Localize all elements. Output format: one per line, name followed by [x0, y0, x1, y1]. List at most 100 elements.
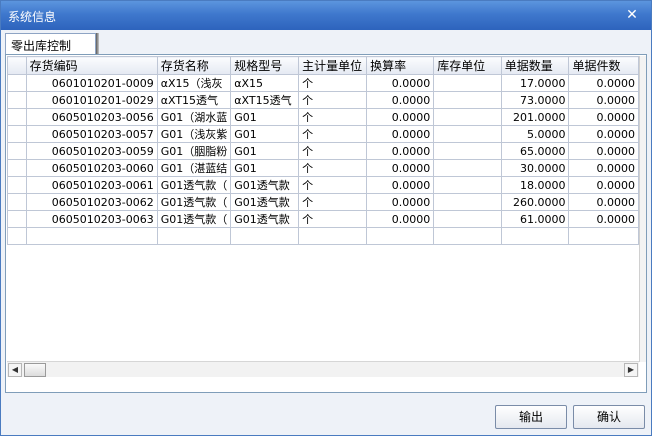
- table-cell: 30.0000: [500, 159, 570, 177]
- table-row[interactable]: 0601010201-0029 αXT15透气 αXT15透气个 0.0000 73.0…: [7, 91, 639, 109]
- table-cell: 0.0000: [568, 176, 639, 194]
- table-cell: 18.0000: [500, 176, 570, 194]
- tab-strip: 零出库控制: [5, 33, 649, 55]
- table-cell: [433, 108, 502, 126]
- table-cell: [433, 227, 502, 245]
- table-cell: [7, 176, 27, 194]
- table-cell: [7, 108, 27, 126]
- table-cell: [433, 74, 502, 92]
- scroll-right-icon[interactable]: ▶: [624, 363, 638, 377]
- table-cell: 0605010203-0062: [25, 193, 158, 211]
- table-cell: [25, 227, 158, 245]
- table-cell: 5.0000: [500, 125, 570, 143]
- scroll-left-icon[interactable]: ◀: [8, 363, 22, 377]
- table-cell: G01透气款（: [156, 193, 232, 211]
- table-cell: αXT15透气: [156, 91, 232, 109]
- table-row[interactable]: 0605010203-0062 G01透气款（ G01透气款个 0.0000 260.0…: [7, 193, 639, 211]
- table-cell: G01（湖水蓝: [156, 108, 232, 126]
- table-cell: [7, 125, 27, 143]
- table-cell: αX15（浅灰: [156, 74, 232, 92]
- title-bar[interactable]: 系统信息 ✕: [1, 1, 651, 30]
- table-row[interactable]: 0605010203-0056 G01（湖水蓝 G01 个 0.0000 201.0000…: [7, 108, 639, 126]
- scroll-thumb[interactable]: [24, 363, 46, 377]
- tab-divider: [96, 33, 99, 55]
- column-header[interactable]: 规格型号: [230, 56, 300, 75]
- column-header[interactable]: 存货名称: [156, 56, 232, 75]
- table-cell: 0.0000: [366, 74, 435, 92]
- table-cell: 0601010201-0009: [25, 74, 158, 92]
- column-header[interactable]: 主计量单位: [298, 56, 368, 75]
- table-row[interactable]: 0605010203-0057 G01（浅灰紫 G01 个 0.0000 5.0000 0.…: [7, 125, 639, 143]
- table-cell: [7, 210, 27, 228]
- horizontal-scrollbar[interactable]: ◀ ▶: [7, 361, 639, 377]
- table-cell: 0601010201-0029: [25, 91, 158, 109]
- table-cell: [433, 193, 502, 211]
- table-cell: 0.0000: [366, 159, 435, 177]
- table-cell: [433, 210, 502, 228]
- table-cell: 0.0000: [568, 210, 639, 228]
- table-row[interactable]: 0601010201-0009 αX15（浅灰 αX15 个 0.0000 17.0000…: [7, 74, 639, 92]
- table-cell: 个: [298, 176, 368, 194]
- table-cell: 0605010203-0057: [25, 125, 158, 143]
- table-cell: 个: [298, 91, 368, 109]
- column-header[interactable]: 换算率: [366, 56, 435, 75]
- table-row[interactable]: 0605010203-0060 G01（湛蓝结 G01 个 0.0000 30.0000 0…: [7, 159, 639, 177]
- tab-label: 零出库控制: [11, 39, 72, 53]
- column-header[interactable]: [7, 56, 27, 75]
- export-button[interactable]: 输出: [495, 405, 567, 429]
- table-cell: [7, 159, 27, 177]
- table-cell: 0605010203-0056: [25, 108, 158, 126]
- table-cell: [7, 142, 27, 160]
- table-cell: [433, 91, 502, 109]
- table-cell: 个: [298, 125, 368, 143]
- table-cell: 0.0000: [568, 193, 639, 211]
- table-cell: [433, 125, 502, 143]
- table-row[interactable]: 0605010203-0061 G01透气款（ G01透气款个 0.0000 18.00…: [7, 176, 639, 194]
- table-cell: G01（浅灰紫: [156, 125, 232, 143]
- table-cell: 个: [298, 193, 368, 211]
- table-cell: 0.0000: [568, 142, 639, 160]
- data-grid: 存货编码 存货名称 规格型号 主计量单位 换算率 库存单位 单据数量 单据件数 0601010…: [7, 56, 639, 362]
- close-icon[interactable]: ✕: [625, 8, 639, 22]
- table-cell: 0.0000: [366, 210, 435, 228]
- table-cell: 0.0000: [568, 108, 639, 126]
- table-cell: 个: [298, 74, 368, 92]
- table-cell: [156, 227, 232, 245]
- table-cell: 个: [298, 108, 368, 126]
- table-cell: 0.0000: [366, 176, 435, 194]
- table-row[interactable]: [7, 227, 639, 245]
- column-header[interactable]: 存货编码: [25, 56, 158, 75]
- tab-zero-outbound-control[interactable]: 零出库控制: [5, 33, 96, 55]
- table-cell: G01透气款: [230, 176, 300, 194]
- table-cell: [7, 193, 27, 211]
- table-header-row: 存货编码 存货名称 规格型号 主计量单位 换算率 库存单位 单据数量 单据件数: [7, 56, 639, 75]
- table-cell: 0605010203-0060: [25, 159, 158, 177]
- table-row[interactable]: 0605010203-0063 G01透气款（ G01透气款个 0.0000 61.00…: [7, 210, 639, 228]
- inventory-table: 存货编码 存货名称 规格型号 主计量单位 换算率 库存单位 单据数量 单据件数 0601010…: [7, 56, 639, 245]
- table-row[interactable]: 0605010203-0059 G01（胭脂粉 G01 个 0.0000 65.0000 0…: [7, 142, 639, 160]
- column-header[interactable]: 单据件数: [568, 56, 639, 75]
- table-cell: [500, 227, 570, 245]
- table-cell: αXT15透气: [230, 91, 300, 109]
- table-cell: G01透气款（: [156, 210, 232, 228]
- window-title: 系统信息: [8, 10, 57, 24]
- confirm-button[interactable]: 确认: [573, 405, 645, 429]
- table-cell: 201.0000: [500, 108, 570, 126]
- table-cell: 0605010203-0063: [25, 210, 158, 228]
- table-cell: 17.0000: [500, 74, 570, 92]
- column-header[interactable]: 单据数量: [500, 56, 570, 75]
- table-cell: [230, 227, 300, 245]
- vertical-scroll-gutter: [639, 56, 646, 362]
- table-cell: [568, 227, 639, 245]
- table-cell: 0.0000: [568, 159, 639, 177]
- table-cell: 260.0000: [500, 193, 570, 211]
- table-cell: [7, 74, 27, 92]
- table-cell: 个: [298, 210, 368, 228]
- table-cell: 个: [298, 159, 368, 177]
- table-cell: 73.0000: [500, 91, 570, 109]
- table-cell: [366, 227, 435, 245]
- table-cell: 0.0000: [366, 125, 435, 143]
- table-cell: 0.0000: [366, 142, 435, 160]
- system-info-dialog: 系统信息 ✕ 零出库控制 存货编码 存货名称 规格型号 主计量单位 换算率 库存单位 单据数…: [0, 0, 652, 436]
- column-header[interactable]: 库存单位: [433, 56, 502, 75]
